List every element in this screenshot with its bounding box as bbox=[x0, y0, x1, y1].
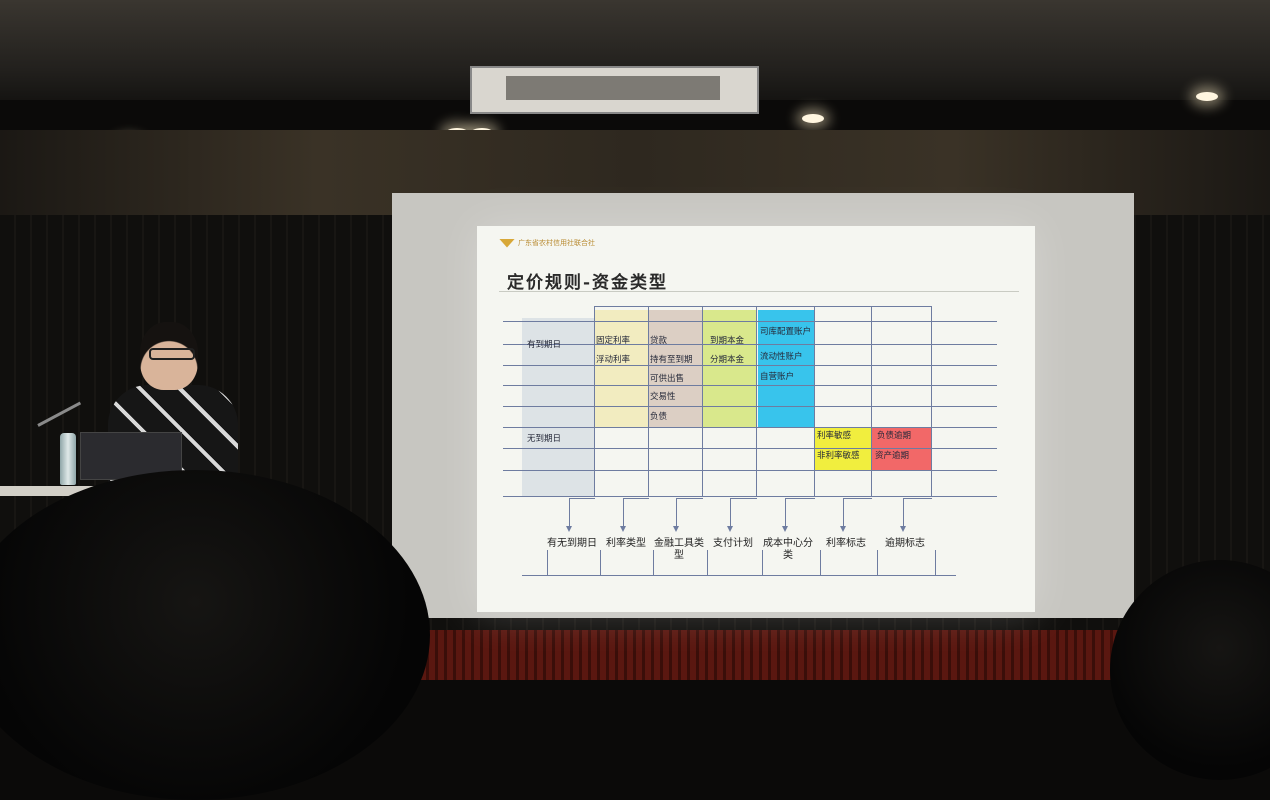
ceiling-light bbox=[1196, 92, 1218, 101]
arrow-down-icon bbox=[727, 526, 733, 532]
category-divider bbox=[707, 550, 708, 575]
interest-rate-type-block bbox=[594, 310, 648, 428]
category-baseline bbox=[522, 575, 956, 576]
flow-line bbox=[843, 498, 872, 499]
category-divider bbox=[547, 550, 548, 575]
cell-label: 固定利率 bbox=[596, 336, 631, 346]
slide-title: 定价规则-资金类型 bbox=[507, 273, 669, 293]
grid-divider bbox=[756, 306, 757, 496]
arrow-down-icon bbox=[900, 526, 906, 532]
payment-plan-block bbox=[702, 310, 756, 428]
flow-line bbox=[676, 498, 677, 528]
stage-floor bbox=[420, 630, 1120, 680]
grid-line bbox=[503, 321, 997, 322]
presentation-slide: 广东省农村信用社联合社 定价规则-资金类型 有到期日 无到期日 固定利率 浮动利… bbox=[477, 226, 1035, 612]
cell-label: 可供出售 bbox=[650, 374, 685, 384]
grid-divider bbox=[814, 306, 815, 496]
grid-line bbox=[503, 448, 997, 449]
grid-divider bbox=[702, 306, 703, 496]
grid-line bbox=[503, 496, 997, 497]
row-label-no-maturity: 无到期日 bbox=[527, 434, 562, 444]
flow-line bbox=[843, 498, 844, 528]
grid-divider bbox=[594, 306, 595, 496]
grid-divider bbox=[871, 306, 872, 496]
water-bottle bbox=[60, 433, 76, 485]
logo-text: 广东省农村信用社联合社 bbox=[518, 239, 595, 247]
category-divider bbox=[820, 550, 821, 575]
flow-line bbox=[785, 498, 786, 528]
flow-line bbox=[903, 498, 932, 499]
cell-label: 非利率敏感 bbox=[817, 451, 860, 461]
financial-instrument-type-block bbox=[648, 310, 702, 428]
category-divider bbox=[935, 550, 936, 575]
cell-label: 交易性 bbox=[650, 392, 676, 402]
cell-label: 自营账户 bbox=[760, 372, 795, 382]
flow-line bbox=[730, 498, 757, 499]
cell-label: 浮动利率 bbox=[596, 355, 631, 365]
flow-line bbox=[623, 498, 649, 499]
cell-label: 负债 bbox=[650, 412, 668, 422]
grid-line bbox=[503, 385, 997, 386]
category-label: 逾期标志 bbox=[885, 538, 925, 549]
flow-line bbox=[623, 498, 624, 528]
cell-label: 贷款 bbox=[650, 336, 668, 346]
glasses bbox=[149, 348, 195, 360]
logo-diamond-icon bbox=[499, 238, 515, 248]
arrow-down-icon bbox=[673, 526, 679, 532]
grid-line bbox=[503, 427, 997, 428]
category-label: 有无到期日 bbox=[547, 538, 597, 549]
cell-label: 流动性账户 bbox=[760, 352, 803, 362]
category-label: 支付计划 bbox=[713, 538, 753, 549]
cell-label: 持有至到期 bbox=[650, 355, 693, 365]
category-label: 金融工具类型 bbox=[654, 538, 704, 561]
flow-line bbox=[785, 498, 815, 499]
arrow-down-icon bbox=[782, 526, 788, 532]
flow-line bbox=[569, 498, 595, 499]
category-divider bbox=[600, 550, 601, 575]
flow-line bbox=[903, 498, 904, 528]
category-divider bbox=[653, 550, 654, 575]
category-divider bbox=[762, 550, 763, 575]
ceiling-light bbox=[802, 114, 824, 123]
cell-label: 司库配置账户 bbox=[760, 327, 812, 337]
grid-divider bbox=[648, 306, 649, 496]
grid-line bbox=[503, 406, 997, 407]
grid-divider bbox=[931, 306, 932, 496]
row-label-has-maturity: 有到期日 bbox=[527, 340, 562, 350]
arrow-down-icon bbox=[840, 526, 846, 532]
flow-line bbox=[676, 498, 703, 499]
cell-label: 分期本金 bbox=[710, 355, 745, 365]
company-logo: 广东省农村信用社联合社 bbox=[499, 238, 595, 248]
category-label: 利率标志 bbox=[826, 538, 866, 549]
grid-line bbox=[503, 365, 997, 366]
cell-label: 负债逾期 bbox=[877, 431, 912, 441]
grid-line bbox=[503, 470, 997, 471]
arrow-down-icon bbox=[620, 526, 626, 532]
arrow-down-icon bbox=[566, 526, 572, 532]
cell-label: 到期本金 bbox=[710, 336, 745, 346]
flow-line bbox=[569, 498, 570, 528]
title-divider bbox=[499, 291, 1019, 292]
category-label: 利率类型 bbox=[606, 538, 646, 549]
grid-line bbox=[503, 344, 997, 345]
cell-label: 资产逾期 bbox=[875, 451, 910, 461]
category-divider bbox=[877, 550, 878, 575]
category-label: 成本中心分类 bbox=[763, 538, 813, 561]
grid-line-top bbox=[594, 306, 931, 307]
ceiling-air-vent bbox=[470, 66, 759, 114]
cell-label: 利率敏感 bbox=[817, 431, 852, 441]
flow-line bbox=[730, 498, 731, 528]
